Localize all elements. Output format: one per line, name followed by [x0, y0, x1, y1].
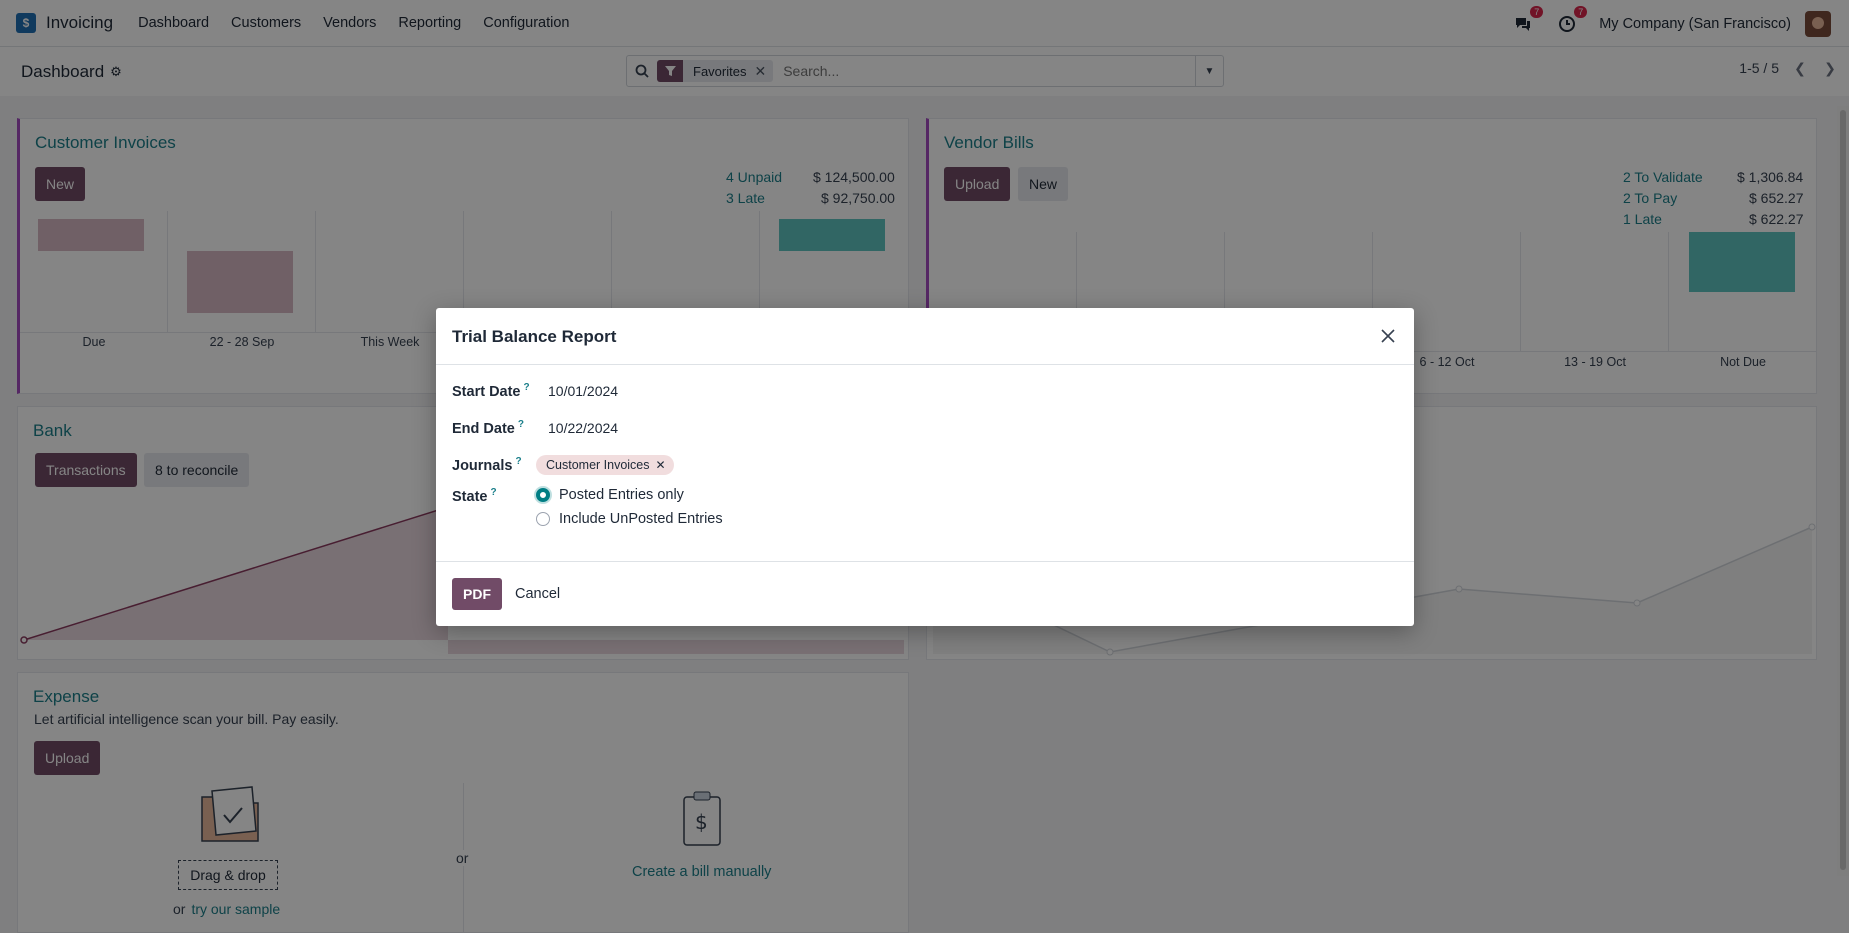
state-label: State? [452, 487, 536, 505]
remove-tag-icon[interactable]: ✕ [656, 458, 666, 472]
cancel-button[interactable]: Cancel [515, 586, 560, 602]
radio-unchecked-icon[interactable] [536, 512, 550, 526]
end-date-label: End Date? [452, 419, 548, 437]
radio-include-unposted[interactable]: Include UnPosted Entries [536, 511, 723, 527]
end-date-field[interactable]: 10/22/2024 [548, 420, 618, 436]
dialog-header: Trial Balance Report [436, 308, 1414, 365]
label-text: End Date [452, 420, 515, 437]
journals-label: Journals? [452, 456, 536, 474]
journal-tag: Customer Invoices ✕ [536, 455, 674, 475]
label-text: Journals [452, 457, 513, 474]
radio-checked-icon[interactable] [536, 488, 550, 502]
help-tooltip-icon[interactable]: ? [490, 487, 496, 498]
start-date-label: Start Date? [452, 382, 548, 400]
label-text: State [452, 488, 488, 505]
end-date-row: End Date? 10/22/2024 [452, 419, 618, 437]
radio-label[interactable]: Posted Entries only [559, 487, 684, 503]
dialog-footer: PDF Cancel [436, 561, 1414, 626]
trial-balance-dialog: Trial Balance Report Start Date? 10/01/2… [436, 308, 1414, 626]
help-tooltip-icon[interactable]: ? [524, 382, 530, 393]
journals-row: Journals? Customer Invoices ✕ [452, 455, 674, 475]
start-date-row: Start Date? 10/01/2024 [452, 382, 618, 400]
pdf-button[interactable]: PDF [452, 578, 502, 610]
radio-label[interactable]: Include UnPosted Entries [559, 511, 723, 527]
state-row: State? Posted Entries only Include UnPos… [452, 487, 723, 527]
close-icon[interactable] [1376, 324, 1400, 348]
state-radio-group: Posted Entries only Include UnPosted Ent… [536, 487, 723, 527]
help-tooltip-icon[interactable]: ? [518, 419, 524, 430]
dialog-title: Trial Balance Report [452, 327, 617, 346]
journal-tag-label: Customer Invoices [546, 458, 650, 472]
label-text: Start Date [452, 383, 521, 400]
help-tooltip-icon[interactable]: ? [515, 456, 521, 467]
start-date-field[interactable]: 10/01/2024 [548, 383, 618, 399]
radio-posted-only[interactable]: Posted Entries only [536, 487, 723, 503]
